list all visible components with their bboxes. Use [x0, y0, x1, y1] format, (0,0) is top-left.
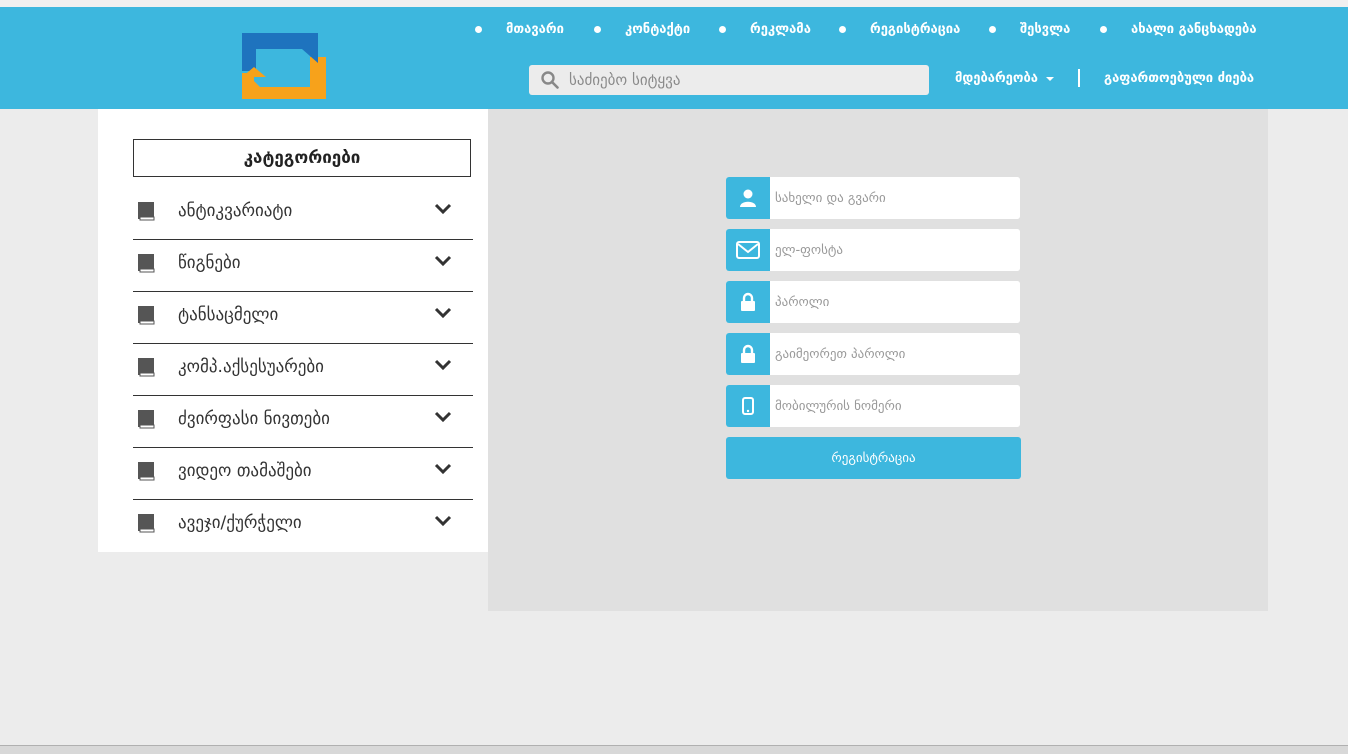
chevron-down-icon[interactable] [434, 254, 452, 268]
chevron-down-icon[interactable] [434, 358, 452, 372]
category-list: ანტიკვარიატი წიგნები ტანსაცმელი კომპ.აქს… [133, 188, 473, 551]
category-item[interactable]: ძვირფასი ნივთები [133, 396, 473, 448]
divider [1078, 69, 1080, 87]
location-dropdown[interactable]: მდებარეობა [955, 71, 1054, 86]
chevron-down-icon[interactable] [434, 306, 452, 320]
confirm-password-field [726, 333, 1020, 375]
bullet-icon [475, 26, 482, 33]
advanced-search-link[interactable]: გაფართოებული ძიება [1104, 71, 1254, 86]
email-field [726, 229, 1020, 271]
window-top-strip [0, 0, 1348, 7]
fullname-field [726, 177, 1020, 219]
category-label: წიგნები [178, 253, 241, 273]
location-label: მდებარეობა [955, 71, 1038, 86]
nav-item-label: რეგისტრაცია [870, 22, 961, 37]
user-icon [726, 177, 770, 219]
nav-item-advertising[interactable]: რეკლამა [719, 22, 811, 37]
nav-item-home[interactable]: მთავარი [475, 22, 564, 37]
search-input[interactable] [567, 70, 911, 90]
nav-item-label: შესვლა [1020, 22, 1071, 37]
confirm-password-input[interactable] [770, 333, 1020, 375]
book-icon [138, 306, 155, 325]
password-input[interactable] [770, 281, 1020, 323]
category-item[interactable]: წიგნები [133, 240, 473, 292]
nav-item-label: კონტაქტი [625, 22, 691, 37]
mobile-input[interactable] [770, 385, 1020, 427]
category-label: ძვირფასი ნივთები [178, 409, 330, 429]
email-input[interactable] [770, 229, 1020, 271]
category-label: კომპ.აქსესუარები [178, 357, 324, 377]
category-item[interactable]: ვიდეო თამაშები [133, 448, 473, 500]
nav-item-label: ახალი განცხადება [1131, 22, 1257, 37]
caret-down-icon [1046, 76, 1054, 81]
book-icon [138, 410, 155, 429]
mobile-field [726, 385, 1020, 427]
chevron-down-icon[interactable] [434, 410, 452, 424]
site-header: მთავარი კონტაქტი რეკლამა რეგისტრაცია შეს… [0, 7, 1348, 109]
category-item[interactable]: ანტიკვარიატი [133, 188, 473, 240]
category-label: ვიდეო თამაშები [178, 461, 312, 481]
category-sidebar: კატეგორიები ანტიკვარიატი წიგნები ტანსაცმ… [98, 109, 488, 552]
lock-icon [726, 281, 770, 323]
search-bar [529, 65, 929, 95]
nav-item-login[interactable]: შესვლა [989, 22, 1070, 37]
nav-item-contact[interactable]: კონტაქტი [594, 22, 690, 37]
book-icon [138, 514, 155, 533]
category-label: ტანსაცმელი [178, 305, 279, 325]
envelope-icon [726, 229, 770, 271]
category-label: ავეჯი/ქურჭელი [178, 513, 302, 533]
nav-item-label: მთავარი [506, 22, 564, 37]
categories-title: კატეგორიები [133, 139, 471, 177]
category-item[interactable]: ავეჯი/ქურჭელი [133, 500, 473, 551]
bullet-icon [594, 26, 601, 33]
category-item[interactable]: კომპ.აქსესუარები [133, 344, 473, 396]
bullet-icon [719, 26, 726, 33]
book-icon [138, 202, 155, 221]
nav-item-new-ad[interactable]: ახალი განცხადება [1100, 22, 1257, 37]
lock-icon [726, 333, 770, 375]
book-icon [138, 254, 155, 273]
bullet-icon [1100, 26, 1107, 33]
nav-item-register[interactable]: რეგისტრაცია [839, 22, 960, 37]
bullet-icon [989, 26, 996, 33]
main-nav: მთავარი კონტაქტი რეკლამა რეგისტრაცია შეს… [0, 22, 1348, 42]
book-icon [138, 358, 155, 377]
mobile-icon [726, 385, 770, 427]
category-item[interactable]: ტანსაცმელი [133, 292, 473, 344]
register-button[interactable]: რეგისტრაცია [726, 437, 1021, 479]
bullet-icon [839, 26, 846, 33]
chevron-down-icon[interactable] [434, 202, 452, 216]
search-icon[interactable] [541, 71, 559, 89]
password-field [726, 281, 1020, 323]
registration-panel: რეგისტრაცია [488, 109, 1268, 611]
fullname-input[interactable] [770, 177, 1020, 219]
nav-item-label: რეკლამა [750, 22, 811, 37]
chevron-down-icon[interactable] [434, 462, 452, 476]
chevron-down-icon[interactable] [434, 514, 452, 528]
category-label: ანტიკვარიატი [178, 201, 293, 221]
book-icon [138, 462, 155, 481]
